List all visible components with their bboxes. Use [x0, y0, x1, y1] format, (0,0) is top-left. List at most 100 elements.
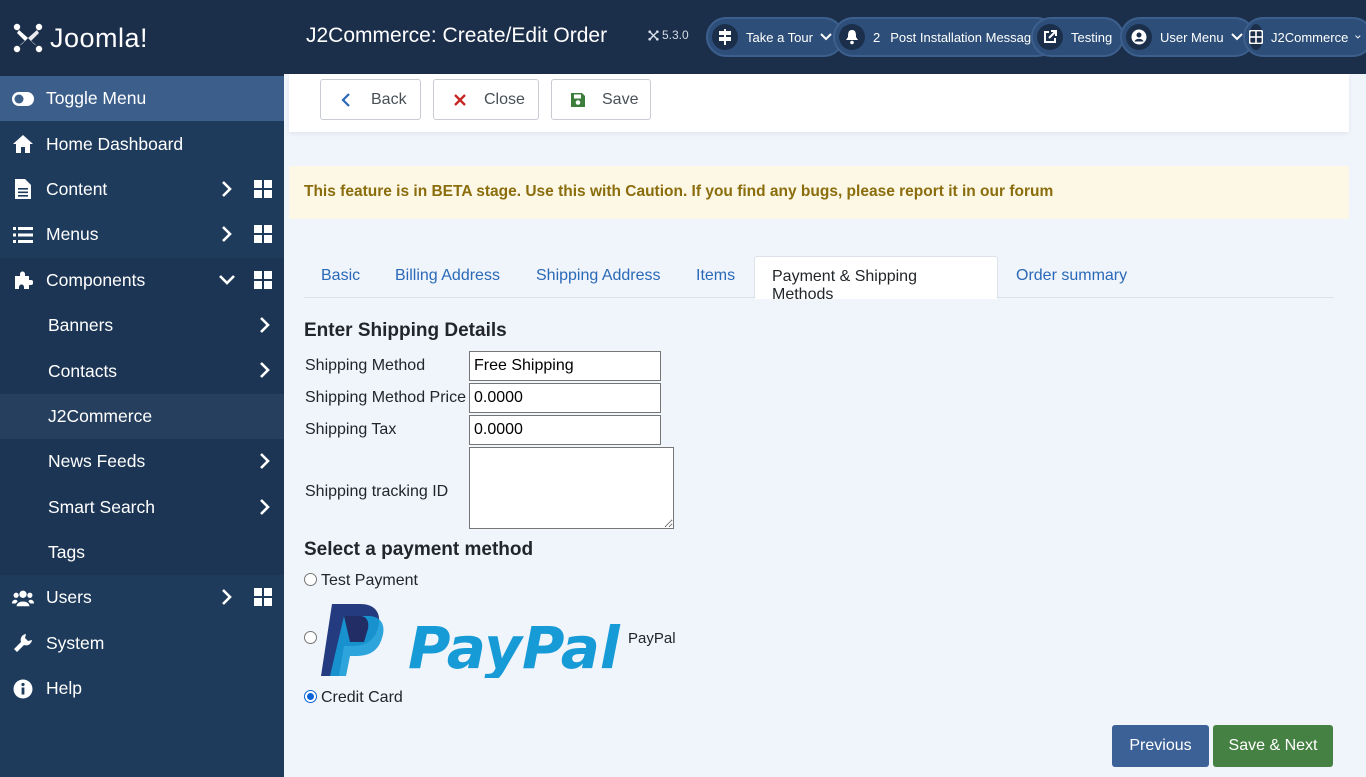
tab-billing-address[interactable]: Billing Address [378, 256, 517, 298]
dashboard-grid-icon[interactable] [254, 270, 272, 289]
sidebar-item-label: J2Commerce [48, 405, 153, 426]
user-menu-button[interactable]: User Menu [1120, 17, 1255, 57]
take-a-tour-label: Take a Tour [746, 29, 813, 45]
dashboard-grid-icon[interactable] [254, 588, 272, 607]
save-next-button[interactable]: Save & Next [1213, 725, 1333, 767]
sidebar-item-label: System [46, 632, 105, 653]
post-installation-messages-label: Post Installation Messages [890, 29, 1045, 45]
shipping-tracking-id-label: Shipping tracking ID [305, 483, 449, 500]
brand-area: Joomla! [0, 0, 284, 76]
dashboard-grid-icon[interactable] [254, 225, 272, 244]
external-link-icon [1037, 24, 1063, 50]
sidebar-item-components[interactable]: Components [0, 257, 284, 303]
sidebar-item-home-dashboard[interactable]: Home Dashboard [0, 121, 284, 166]
shipping-method-label: Shipping Method [305, 357, 426, 374]
sidebar-item-label: Menus [46, 224, 99, 245]
back-label: Back [371, 90, 407, 108]
user-icon [1126, 24, 1152, 50]
shipping-method-price-label: Shipping Method Price [305, 389, 466, 406]
sidebar-item-news-feeds[interactable]: News Feeds [0, 439, 284, 484]
header-bar: J2Commerce: Create/Edit Order 5.3.0 Take… [284, 0, 1366, 74]
credit-card-label: Credit Card [321, 689, 403, 706]
tab-payment-shipping-methods[interactable]: Payment & Shipping Methods [754, 256, 998, 303]
chevron-right-icon[interactable] [256, 360, 274, 380]
close-button[interactable]: Close [433, 79, 539, 120]
sidebar-item-content[interactable]: Content [0, 167, 284, 212]
chevron-down-icon [1230, 33, 1243, 41]
sidebar-item-smart-search[interactable]: Smart Search [0, 485, 284, 530]
brand-name: Joomla! [50, 22, 149, 53]
bell-icon [839, 24, 865, 50]
shipping-tax-input[interactable] [469, 415, 661, 445]
grid-icon [1249, 24, 1263, 50]
paypal-wordmark: PayPal [408, 614, 621, 678]
sidebar-item-label: Help [46, 678, 82, 699]
paypal-label: PayPal [628, 630, 676, 647]
site-menu-button[interactable]: J2Commerce [1243, 17, 1366, 57]
sidebar-item-label: Home Dashboard [46, 133, 184, 154]
chevron-right-icon[interactable] [218, 179, 236, 199]
chevron-right-icon[interactable] [218, 224, 236, 244]
toolbar: Back Close Save [289, 74, 1349, 132]
chevron-right-icon[interactable] [256, 451, 274, 471]
previous-button[interactable]: Previous [1112, 725, 1209, 767]
paypal-logo: PayPal [321, 604, 621, 678]
chevron-left-icon [341, 92, 350, 107]
signpost-icon [712, 24, 738, 50]
page-title: J2Commerce: Create/Edit Order [306, 24, 608, 47]
dashboard-grid-icon[interactable] [254, 179, 272, 198]
sidebar-item-menus[interactable]: Menus [0, 212, 284, 257]
save-button[interactable]: Save [551, 79, 651, 120]
tab-order-summary[interactable]: Order summary [999, 256, 1144, 298]
beta-warning-alert: This feature is in BETA stage. Use this … [289, 166, 1349, 219]
take-a-tour-button[interactable]: Take a Tour [706, 17, 844, 57]
chevron-down-icon [1355, 35, 1361, 39]
list-icon [12, 224, 34, 246]
post-installation-messages-button[interactable]: 2 Post Installation Messages [833, 17, 1057, 57]
chevron-right-icon[interactable] [218, 587, 236, 607]
joomla-logo[interactable]: Joomla! [12, 22, 148, 54]
tab-items[interactable]: Items [679, 256, 752, 298]
chevron-right-icon[interactable] [256, 315, 274, 335]
shipping-method-price-input[interactable] [469, 383, 661, 413]
users-icon [12, 587, 34, 609]
sidebar-item-users[interactable]: Users [0, 575, 284, 620]
joomla-logo-icon [13, 23, 43, 53]
sidebar-item-label: Tags [48, 542, 85, 563]
info-icon [12, 678, 34, 700]
wrench-icon [12, 632, 34, 654]
sidebar-item-label: Content [46, 178, 108, 199]
version-badge: 5.3.0 [648, 28, 689, 42]
test-payment-label: Test Payment [321, 572, 418, 589]
paypal-radio[interactable] [304, 631, 317, 644]
test-payment-radio[interactable] [304, 573, 317, 586]
back-button[interactable]: Back [320, 79, 421, 120]
site-menu-label: J2Commerce [1271, 29, 1349, 45]
shipping-details-heading: Enter Shipping Details [304, 320, 507, 341]
sidebar-item-label: News Feeds [48, 451, 146, 472]
shipping-method-input[interactable] [469, 351, 661, 381]
file-icon [12, 178, 34, 200]
credit-card-radio[interactable] [304, 690, 317, 703]
testing-site-button[interactable]: Testing [1031, 17, 1125, 57]
toggle-icon [12, 88, 34, 110]
sidebar: Joomla! Toggle Menu Home Dashboard Conte… [0, 0, 284, 777]
paypal-mark-icon [321, 604, 384, 676]
shipping-tracking-id-textarea[interactable] [469, 447, 674, 529]
testing-label: Testing [1071, 29, 1113, 45]
toggle-menu-button[interactable]: Toggle Menu [0, 76, 284, 122]
sidebar-item-j2commerce[interactable]: J2Commerce [0, 393, 284, 440]
sidebar-item-banners[interactable]: Banners [0, 303, 284, 348]
chevron-down-icon[interactable] [218, 270, 236, 290]
sidebar-item-tags[interactable]: Tags [0, 530, 284, 575]
sidebar-item-contacts[interactable]: Contacts [0, 348, 284, 393]
sidebar-item-system[interactable]: System [0, 621, 284, 666]
tab-shipping-address[interactable]: Shipping Address [519, 256, 678, 298]
chevron-down-icon [820, 33, 832, 41]
user-menu-label: User Menu [1160, 29, 1224, 45]
sidebar-item-label: Components [46, 269, 146, 290]
tab-basic[interactable]: Basic [304, 256, 377, 298]
notification-count: 2 [873, 29, 881, 45]
sidebar-item-help[interactable]: Help [0, 666, 284, 711]
chevron-right-icon[interactable] [256, 497, 274, 517]
